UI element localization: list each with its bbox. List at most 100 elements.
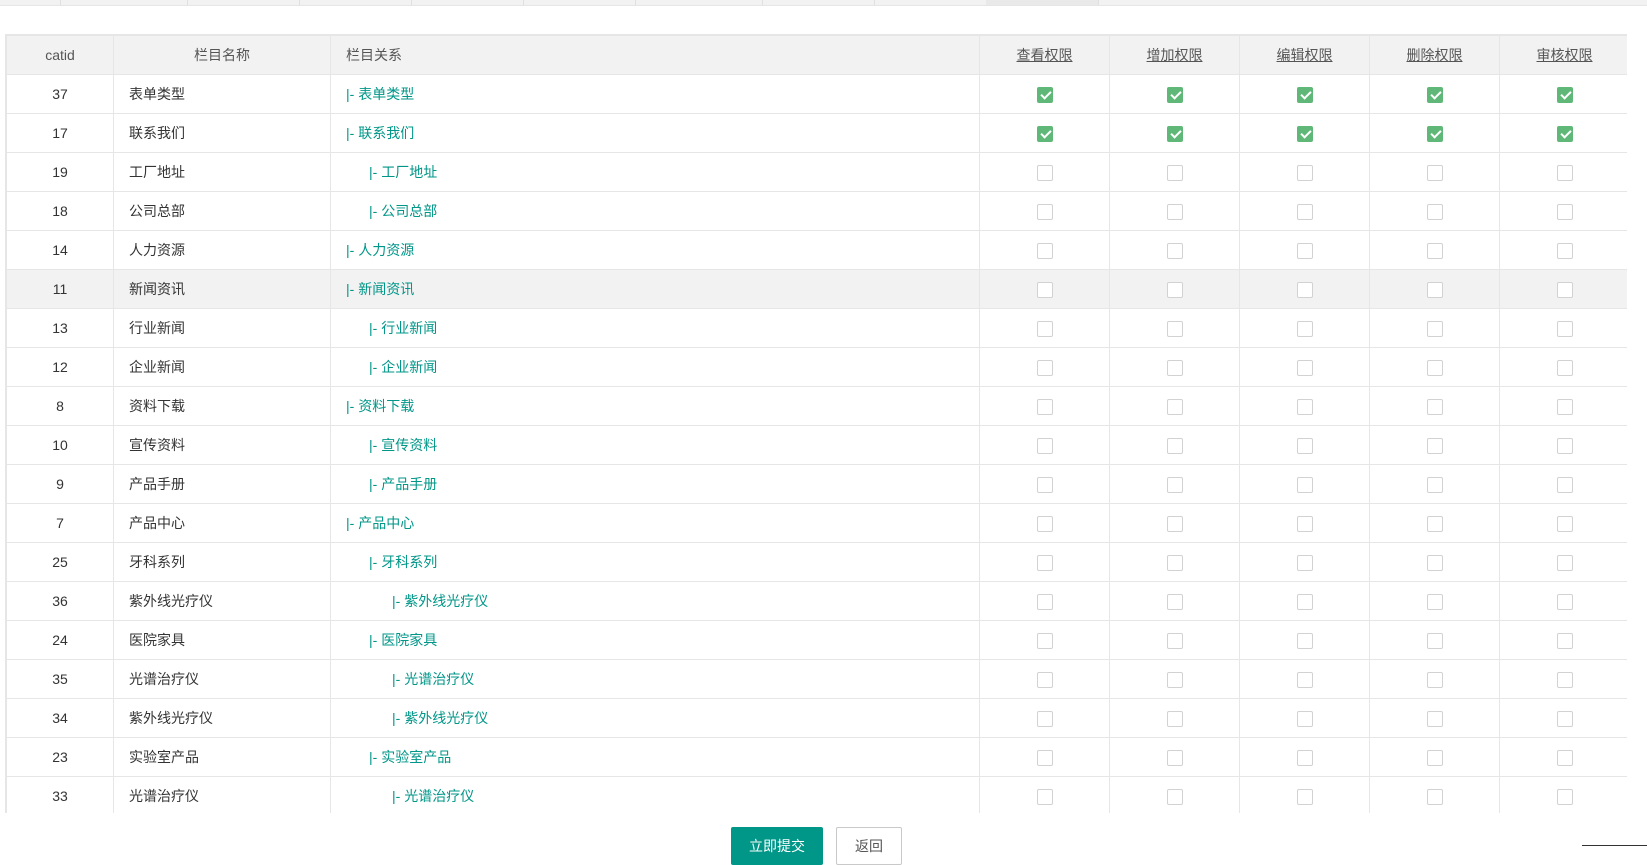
view-permission-checkbox[interactable] (1036, 671, 1053, 688)
edit-permission-checkbox[interactable] (1296, 749, 1313, 766)
add-permission-checkbox[interactable] (1166, 359, 1183, 376)
select-all-delete-link[interactable]: 删除权限 (1407, 47, 1463, 63)
view-permission-checkbox[interactable] (1036, 749, 1053, 766)
delete-permission-checkbox[interactable] (1426, 632, 1443, 649)
audit-permission-checkbox[interactable] (1556, 164, 1573, 181)
audit-permission-checkbox[interactable] (1556, 203, 1573, 220)
delete-permission-checkbox[interactable] (1426, 554, 1443, 571)
add-permission-checkbox[interactable] (1166, 203, 1183, 220)
audit-permission-checkbox[interactable] (1556, 476, 1573, 493)
edit-permission-checkbox[interactable] (1296, 554, 1313, 571)
add-permission-checkbox[interactable] (1166, 749, 1183, 766)
add-permission-checkbox[interactable] (1166, 593, 1183, 610)
add-permission-checkbox[interactable] (1166, 398, 1183, 415)
edit-permission-checkbox[interactable] (1296, 86, 1313, 103)
add-permission-checkbox[interactable] (1166, 242, 1183, 259)
view-permission-checkbox[interactable] (1036, 788, 1053, 805)
tab-stub[interactable] (411, 0, 524, 5)
delete-permission-checkbox[interactable] (1426, 125, 1443, 142)
tab-stub-active[interactable] (986, 0, 1099, 5)
audit-permission-checkbox[interactable] (1556, 437, 1573, 454)
audit-permission-checkbox[interactable] (1556, 554, 1573, 571)
view-permission-checkbox[interactable] (1036, 86, 1053, 103)
view-permission-checkbox[interactable] (1036, 476, 1053, 493)
view-permission-checkbox[interactable] (1036, 554, 1053, 571)
delete-permission-checkbox[interactable] (1426, 515, 1443, 532)
tab-stub[interactable] (762, 0, 875, 5)
delete-permission-checkbox[interactable] (1426, 86, 1443, 103)
add-permission-checkbox[interactable] (1166, 632, 1183, 649)
edit-permission-checkbox[interactable] (1296, 710, 1313, 727)
edit-permission-checkbox[interactable] (1296, 125, 1313, 142)
delete-permission-checkbox[interactable] (1426, 749, 1443, 766)
view-permission-checkbox[interactable] (1036, 359, 1053, 376)
edit-permission-checkbox[interactable] (1296, 242, 1313, 259)
edit-permission-checkbox[interactable] (1296, 593, 1313, 610)
audit-permission-checkbox[interactable] (1556, 788, 1573, 805)
delete-permission-checkbox[interactable] (1426, 476, 1443, 493)
add-permission-checkbox[interactable] (1166, 515, 1183, 532)
audit-permission-checkbox[interactable] (1556, 125, 1573, 142)
select-all-add-link[interactable]: 增加权限 (1147, 47, 1203, 63)
edit-permission-checkbox[interactable] (1296, 320, 1313, 337)
audit-permission-checkbox[interactable] (1556, 710, 1573, 727)
audit-permission-checkbox[interactable] (1556, 242, 1573, 259)
delete-permission-checkbox[interactable] (1426, 437, 1443, 454)
view-permission-checkbox[interactable] (1036, 437, 1053, 454)
view-permission-checkbox[interactable] (1036, 632, 1053, 649)
audit-permission-checkbox[interactable] (1556, 86, 1573, 103)
tab-stub[interactable] (523, 0, 636, 5)
add-permission-checkbox[interactable] (1166, 164, 1183, 181)
edit-permission-checkbox[interactable] (1296, 164, 1313, 181)
tab-stub[interactable] (299, 0, 412, 5)
delete-permission-checkbox[interactable] (1426, 164, 1443, 181)
audit-permission-checkbox[interactable] (1556, 281, 1573, 298)
delete-permission-checkbox[interactable] (1426, 281, 1443, 298)
delete-permission-checkbox[interactable] (1426, 203, 1443, 220)
audit-permission-checkbox[interactable] (1556, 398, 1573, 415)
add-permission-checkbox[interactable] (1166, 125, 1183, 142)
submit-button[interactable]: 立即提交 (731, 827, 823, 865)
edit-permission-checkbox[interactable] (1296, 476, 1313, 493)
tab-stub[interactable] (187, 0, 300, 5)
add-permission-checkbox[interactable] (1166, 710, 1183, 727)
delete-permission-checkbox[interactable] (1426, 671, 1443, 688)
select-all-view-link[interactable]: 查看权限 (1017, 47, 1073, 63)
audit-permission-checkbox[interactable] (1556, 320, 1573, 337)
tab-stub[interactable] (60, 0, 188, 5)
delete-permission-checkbox[interactable] (1426, 320, 1443, 337)
edit-permission-checkbox[interactable] (1296, 203, 1313, 220)
audit-permission-checkbox[interactable] (1556, 749, 1573, 766)
view-permission-checkbox[interactable] (1036, 593, 1053, 610)
edit-permission-checkbox[interactable] (1296, 437, 1313, 454)
audit-permission-checkbox[interactable] (1556, 632, 1573, 649)
tab-stub[interactable] (635, 0, 763, 5)
view-permission-checkbox[interactable] (1036, 710, 1053, 727)
add-permission-checkbox[interactable] (1166, 320, 1183, 337)
tab-stub[interactable] (1595, 0, 1647, 5)
view-permission-checkbox[interactable] (1036, 203, 1053, 220)
view-permission-checkbox[interactable] (1036, 125, 1053, 142)
edit-permission-checkbox[interactable] (1296, 398, 1313, 415)
add-permission-checkbox[interactable] (1166, 788, 1183, 805)
edit-permission-checkbox[interactable] (1296, 515, 1313, 532)
tab-stub[interactable] (0, 0, 61, 5)
edit-permission-checkbox[interactable] (1296, 788, 1313, 805)
delete-permission-checkbox[interactable] (1426, 359, 1443, 376)
delete-permission-checkbox[interactable] (1426, 788, 1443, 805)
edit-permission-checkbox[interactable] (1296, 359, 1313, 376)
delete-permission-checkbox[interactable] (1426, 593, 1443, 610)
view-permission-checkbox[interactable] (1036, 281, 1053, 298)
add-permission-checkbox[interactable] (1166, 476, 1183, 493)
edit-permission-checkbox[interactable] (1296, 281, 1313, 298)
delete-permission-checkbox[interactable] (1426, 398, 1443, 415)
view-permission-checkbox[interactable] (1036, 515, 1053, 532)
add-permission-checkbox[interactable] (1166, 86, 1183, 103)
edit-permission-checkbox[interactable] (1296, 671, 1313, 688)
view-permission-checkbox[interactable] (1036, 164, 1053, 181)
add-permission-checkbox[interactable] (1166, 281, 1183, 298)
delete-permission-checkbox[interactable] (1426, 242, 1443, 259)
view-permission-checkbox[interactable] (1036, 320, 1053, 337)
add-permission-checkbox[interactable] (1166, 437, 1183, 454)
select-all-edit-link[interactable]: 编辑权限 (1277, 47, 1333, 63)
